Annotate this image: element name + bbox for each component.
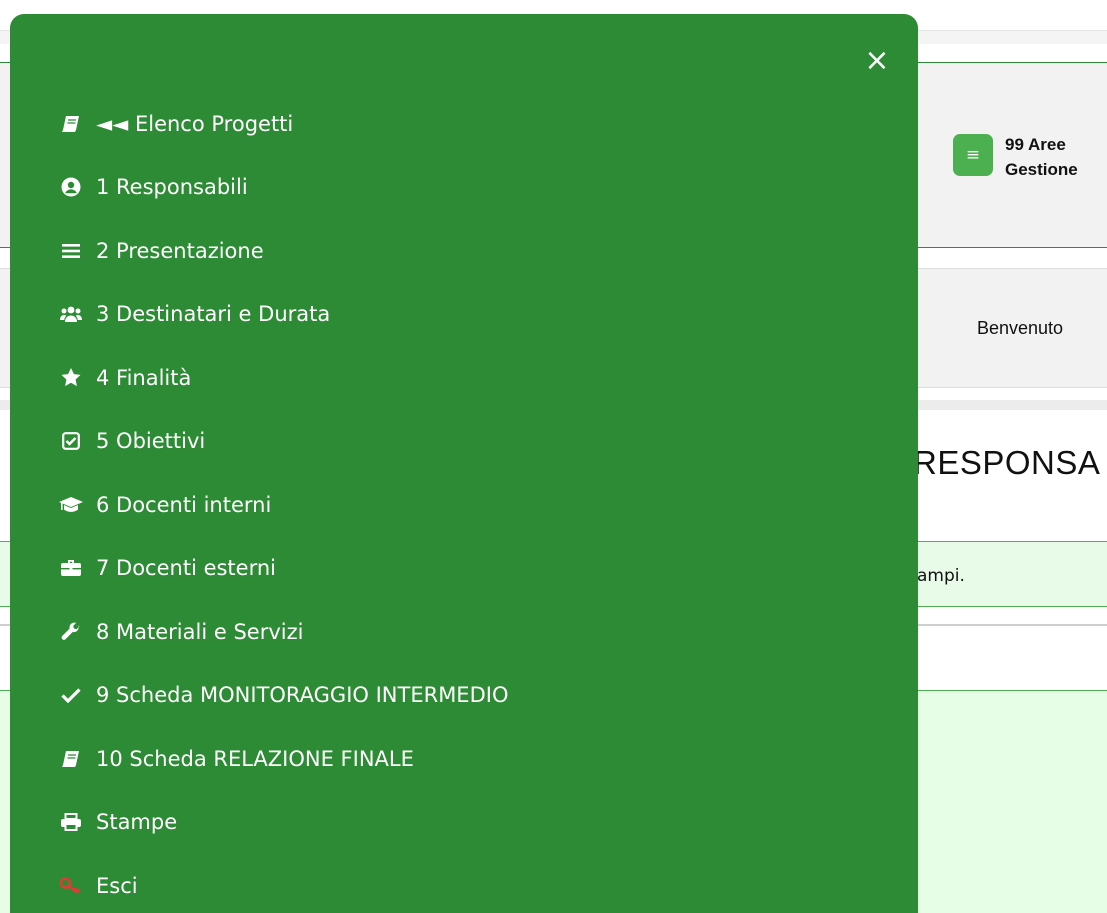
menu-item-label: Esci bbox=[96, 873, 138, 898]
drawer-menu: ◄◄ Elenco Progetti 1 Responsabili 2 Pres… bbox=[58, 92, 508, 913]
key-icon bbox=[58, 874, 84, 898]
menu-item-label: 8 Materiali e Servizi bbox=[96, 619, 304, 644]
menu-item-label: 3 Destinatari e Durata bbox=[96, 302, 331, 327]
menu-item-presentazione[interactable]: 2 Presentazione bbox=[58, 219, 508, 283]
menu-item-label: 6 Docenti interni bbox=[96, 492, 272, 517]
menu-toggle-button[interactable]: ≡ bbox=[953, 134, 993, 176]
menu-item-finalita[interactable]: 4 Finalità bbox=[58, 346, 508, 410]
menu-item-label: 1 Responsabili bbox=[96, 175, 248, 200]
menu-item-docenti-interni[interactable]: 6 Docenti interni bbox=[58, 473, 508, 537]
menu-item-docenti-esterni[interactable]: 7 Docenti esterni bbox=[58, 537, 508, 601]
user-circle-icon bbox=[58, 175, 84, 199]
users-icon bbox=[58, 302, 84, 326]
check-icon bbox=[58, 683, 84, 707]
book-icon bbox=[58, 747, 84, 771]
print-icon bbox=[58, 810, 84, 834]
page-title-line2: Gestione bbox=[1005, 160, 1078, 179]
page-title-line1: 99 Aree bbox=[1005, 135, 1066, 154]
book-icon bbox=[58, 112, 84, 136]
menu-item-responsabili[interactable]: 1 Responsabili bbox=[58, 156, 508, 220]
menu-item-elenco-progetti[interactable]: ◄◄ Elenco Progetti bbox=[58, 92, 508, 156]
menu-item-label: Stampe bbox=[96, 810, 178, 835]
menu-item-monitoraggio[interactable]: 9 Scheda MONITORAGGIO INTERMEDIO bbox=[58, 664, 508, 728]
menu-item-label: 4 Finalità bbox=[96, 365, 192, 390]
menu-item-stampe[interactable]: Stampe bbox=[58, 791, 508, 855]
menu-item-label: 9 Scheda MONITORAGGIO INTERMEDIO bbox=[96, 683, 509, 708]
menu-item-label: 2 Presentazione bbox=[96, 238, 264, 263]
menu-item-label: 5 Obiettivi bbox=[96, 429, 206, 454]
bars-icon bbox=[58, 239, 84, 263]
briefcase-icon bbox=[58, 556, 84, 580]
side-drawer: × ◄◄ Elenco Progetti 1 Responsabili 2 Pr… bbox=[10, 14, 918, 913]
menu-item-obiettivi[interactable]: 5 Obiettivi bbox=[58, 410, 508, 474]
star-icon bbox=[58, 366, 84, 390]
menu-item-label: 10 Scheda RELAZIONE FINALE bbox=[96, 746, 414, 771]
menu-item-relazione-finale[interactable]: 10 Scheda RELAZIONE FINALE bbox=[58, 727, 508, 791]
section-title: RESPONSA bbox=[913, 444, 1101, 481]
menu-item-esci[interactable]: Esci bbox=[58, 854, 508, 913]
page-title: 99 Aree Gestione bbox=[1005, 132, 1078, 182]
wrench-icon bbox=[58, 620, 84, 644]
menu-item-label: ◄◄ Elenco Progetti bbox=[96, 111, 294, 136]
close-icon[interactable]: × bbox=[862, 46, 892, 76]
menu-item-destinatari[interactable]: 3 Destinatari e Durata bbox=[58, 283, 508, 347]
alert-text: ampi. bbox=[917, 566, 965, 586]
menu-item-materiali[interactable]: 8 Materiali e Servizi bbox=[58, 600, 508, 664]
check-square-icon bbox=[58, 429, 84, 453]
graduation-cap-icon bbox=[58, 493, 84, 517]
welcome-text: Benvenuto bbox=[977, 318, 1064, 338]
menu-item-label: 7 Docenti esterni bbox=[96, 556, 276, 581]
